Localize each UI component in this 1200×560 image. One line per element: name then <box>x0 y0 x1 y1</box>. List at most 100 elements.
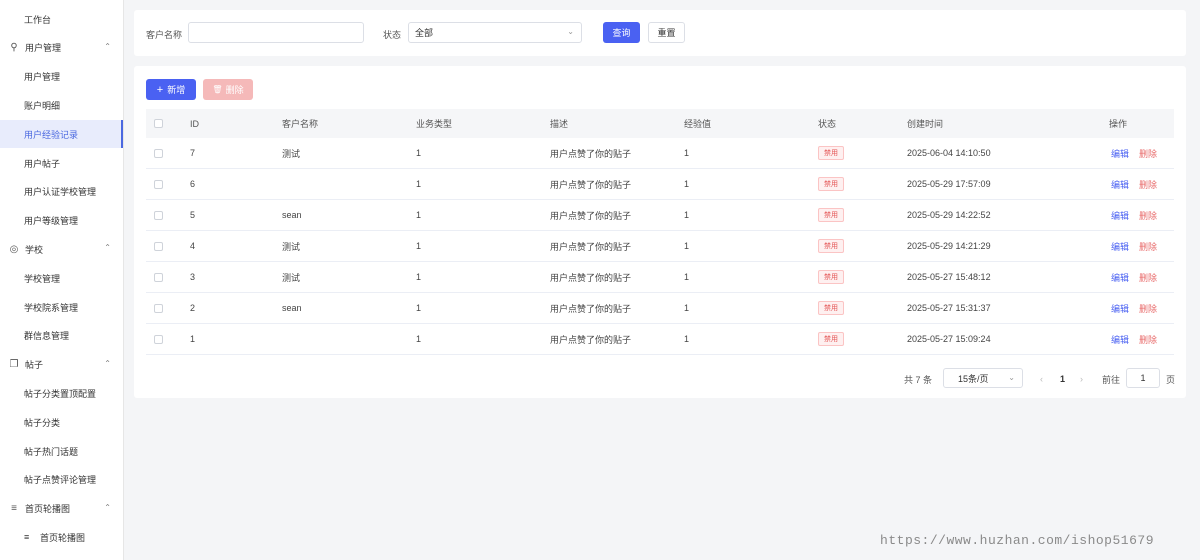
add-button[interactable]: + 新增 <box>146 79 196 100</box>
select-all-checkbox[interactable] <box>154 109 163 138</box>
sidebar-item-label: 用户认证学校管理 <box>24 187 97 198</box>
cell-desc: 用户点赞了你的贴子 <box>550 241 632 252</box>
header-status: 状态 <box>818 119 837 129</box>
sidebar-item-15[interactable]: 帖子热门话题 <box>0 437 123 465</box>
cell-biz_type: 1 <box>416 303 422 313</box>
table-row: 4 测试 1 用户点赞了你的贴子 1 禁用 2025-05-29 14:21:29 编辑 删除 <box>146 231 1174 262</box>
next-page-icon[interactable]: › <box>1080 368 1083 390</box>
delete-link[interactable]: 删除 <box>1139 302 1157 315</box>
sidebar-item-label: 帖子热门话题 <box>24 446 79 457</box>
table-row: 6 1 用户点赞了你的贴子 1 禁用 2025-05-29 17:57:09 编辑 删除 <box>146 169 1174 200</box>
delete-link[interactable]: 删除 <box>1139 147 1157 160</box>
edit-link[interactable]: 编辑 <box>1111 209 1129 222</box>
sidebar-item-6[interactable]: 用户认证学校管理 <box>0 178 123 206</box>
sidebar-item-0[interactable]: 工作台 <box>0 5 123 33</box>
edit-link[interactable]: 编辑 <box>1111 178 1129 191</box>
chevron-up-icon: ⌃ <box>104 502 111 512</box>
cell-id: 1 <box>190 334 196 344</box>
edit-link[interactable]: 编辑 <box>1111 271 1129 284</box>
sidebar-item-2[interactable]: 用户管理 <box>0 63 123 91</box>
cell-created: 2025-05-27 15:48:12 <box>907 272 991 282</box>
sidebar-item-label: 首页轮播图 <box>40 532 86 543</box>
prev-page-icon[interactable]: ‹ <box>1040 368 1043 390</box>
goto-page-input[interactable]: 1 <box>1126 368 1160 388</box>
row-checkbox[interactable] <box>154 169 163 199</box>
sidebar-item-label: 用户经验记录 <box>24 129 79 140</box>
table-row: 3 测试 1 用户点赞了你的贴子 1 禁用 2025-05-27 15:48:12 编辑 删除 <box>146 262 1174 293</box>
sidebar-group-label: 学校 <box>25 244 44 255</box>
reset-button[interactable]: 重置 <box>648 22 685 43</box>
cell-id: 6 <box>190 179 196 189</box>
sidebar-item-4[interactable]: 用户经验记录 <box>0 120 123 149</box>
header-customer: 客户名称 <box>282 119 319 129</box>
cell-id: 4 <box>190 241 196 251</box>
delete-link[interactable]: 删除 <box>1139 240 1157 253</box>
query-button[interactable]: 查询 <box>603 22 640 43</box>
status-badge: 禁用 <box>818 301 844 315</box>
sidebar-item-11[interactable]: 群信息管理 <box>0 322 123 350</box>
current-page[interactable]: 1 <box>1060 368 1065 390</box>
chevron-down-icon: ⌄ <box>1008 373 1015 382</box>
cell-customer: sean <box>282 303 302 313</box>
header-id: ID <box>190 118 199 129</box>
delete-link[interactable]: 删除 <box>1139 209 1157 222</box>
status-select[interactable]: 全部 ⌄ <box>408 22 582 43</box>
sidebar-item-14[interactable]: 帖子分类 <box>0 408 123 436</box>
delete-link[interactable]: 删除 <box>1139 178 1157 191</box>
chevron-up-icon: ⌃ <box>104 358 111 368</box>
edit-link[interactable]: 编辑 <box>1111 333 1129 346</box>
sidebar-group-12[interactable]: ❐ 帖子 ⌃ <box>0 351 123 379</box>
copy-icon: ❐ <box>9 359 19 371</box>
row-checkbox[interactable] <box>154 324 163 354</box>
cell-created: 2025-05-29 17:57:09 <box>907 179 991 189</box>
cell-biz_type: 1 <box>416 272 422 282</box>
cell-biz_type: 1 <box>416 179 422 189</box>
cell-created: 2025-05-29 14:22:52 <box>907 210 991 220</box>
sidebar-item-label: 用户等级管理 <box>24 216 79 227</box>
cell-id: 7 <box>190 148 196 158</box>
status-select-value: 全部 <box>415 28 434 38</box>
sidebar-item-3[interactable]: 账户明细 <box>0 91 123 119</box>
sidebar-item-16[interactable]: 帖子点赞评论管理 <box>0 466 123 494</box>
cell-exp: 1 <box>684 272 690 282</box>
cell-exp: 1 <box>684 303 690 313</box>
user-icon: ⚲ <box>10 42 18 54</box>
sidebar-item-5[interactable]: 用户帖子 <box>0 149 123 177</box>
sidebar-group-17[interactable]: ≡ 首页轮播图 ⌃ <box>0 495 123 523</box>
delete-link[interactable]: 删除 <box>1139 271 1157 284</box>
sidebar-item-10[interactable]: 学校院系管理 <box>0 293 123 321</box>
edit-link[interactable]: 编辑 <box>1111 240 1129 253</box>
row-checkbox[interactable] <box>154 231 163 261</box>
sidebar-group-1[interactable]: ⚲ 用户管理 ⌃ <box>0 34 123 62</box>
sidebar-item-label: 群信息管理 <box>24 331 70 342</box>
sidebar-item-18[interactable]: ≡ 首页轮播图 <box>0 523 123 551</box>
status-badge: 禁用 <box>818 208 844 222</box>
delete-button[interactable]: 🗑 删除 <box>203 79 253 100</box>
sidebar-item-13[interactable]: 帖子分类置顶配置 <box>0 379 123 407</box>
page-size-select[interactable]: 15条/页 ⌄ <box>943 368 1023 388</box>
cell-biz_type: 1 <box>416 241 422 251</box>
row-checkbox[interactable] <box>154 262 163 292</box>
header-created: 创建时间 <box>907 119 944 129</box>
chevron-up-icon: ⌃ <box>104 243 111 253</box>
row-checkbox[interactable] <box>154 200 163 230</box>
cell-desc: 用户点赞了你的贴子 <box>550 303 632 314</box>
row-checkbox[interactable] <box>154 138 163 168</box>
table-header: ID 客户名称 业务类型 描述 经验值 状态 创建时间 操作 <box>146 109 1174 138</box>
cell-exp: 1 <box>684 179 690 189</box>
sidebar-group-8[interactable]: ◎ 学校 ⌃ <box>0 235 123 263</box>
customer-name-input[interactable] <box>188 22 364 43</box>
sidebar-item-7[interactable]: 用户等级管理 <box>0 207 123 235</box>
sidebar-item-9[interactable]: 学校管理 <box>0 264 123 292</box>
edit-link[interactable]: 编辑 <box>1111 147 1129 160</box>
status-badge: 禁用 <box>818 332 844 346</box>
cell-desc: 用户点赞了你的贴子 <box>550 179 632 190</box>
sidebar-item-label: 学校院系管理 <box>24 302 79 313</box>
page-unit: 页 <box>1166 374 1176 385</box>
edit-link[interactable]: 编辑 <box>1111 302 1129 315</box>
goto-label: 前往 <box>1102 374 1121 385</box>
trash-icon: 🗑 <box>212 85 223 94</box>
sidebar: 工作台 ⚲ 用户管理 ⌃ 用户管理 账户明细用户经验记录用户帖子用户认证学校管理 用户等级管… <box>0 0 124 560</box>
row-checkbox[interactable] <box>154 293 163 323</box>
delete-link[interactable]: 删除 <box>1139 333 1157 346</box>
